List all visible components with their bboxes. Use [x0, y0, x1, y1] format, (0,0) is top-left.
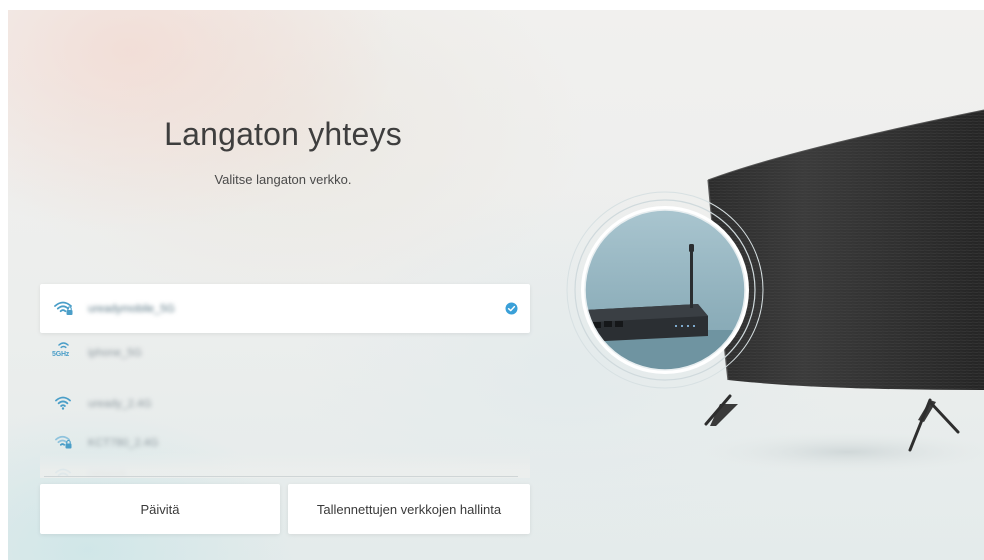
list-fade [40, 452, 530, 478]
network-item[interactable]: uready_2.4G [40, 388, 530, 418]
wifi-locked-icon [54, 434, 74, 450]
network-item[interactable]: 5GHz iphone_5G [40, 338, 530, 368]
check-icon [505, 302, 518, 315]
wireless-setup-screen: Langaton yhteys Valitse langaton verkko.… [8, 10, 984, 560]
network-name: uready_2.4G [88, 398, 152, 410]
network-list: ureadymobile_5G 5GHz iphone_5G uready_2.… [40, 284, 530, 478]
network-name: iphone_5G [88, 347, 142, 359]
tv-router-illustration [558, 90, 984, 560]
page-subtitle: Valitse langaton verkko. [214, 172, 352, 187]
manage-saved-networks-button[interactable]: Tallennettujen verkkojen hallinta [288, 484, 530, 534]
refresh-button[interactable]: Päivitä [40, 484, 280, 534]
wifi-icon [54, 395, 74, 411]
page-title: Langaton yhteys [164, 116, 402, 152]
band-label: 5GHz [52, 351, 70, 358]
network-item-selected[interactable]: ureadymobile_5G [40, 284, 530, 333]
network-name: KCT780_2.4G [88, 437, 159, 449]
network-name: ureadymobile_5G [88, 303, 175, 315]
wifi-locked-icon [54, 300, 74, 316]
list-divider [44, 476, 518, 477]
